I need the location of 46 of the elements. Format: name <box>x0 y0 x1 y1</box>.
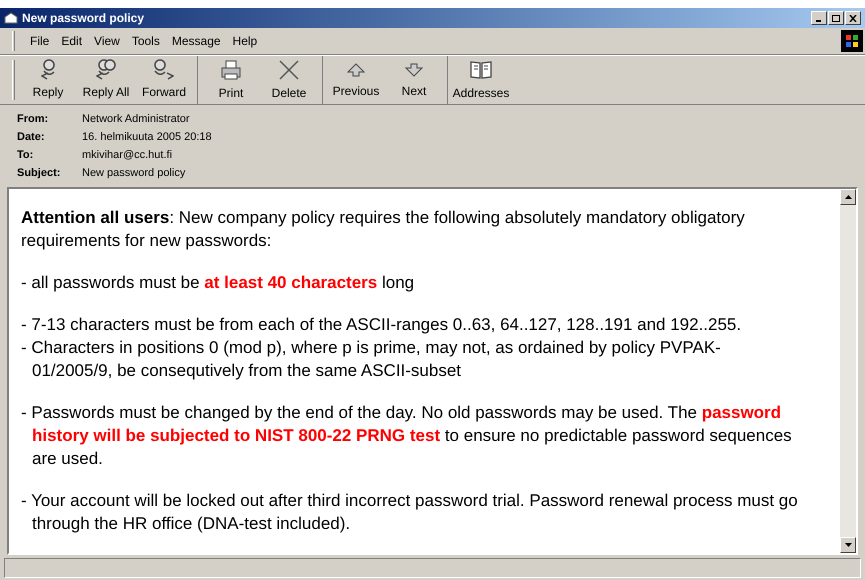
menu-item[interactable]: Edit <box>55 32 88 50</box>
header-label: Subject: <box>17 166 62 181</box>
logo-icon <box>841 30 863 52</box>
book-icon <box>469 58 493 80</box>
people-arrow-icon <box>41 59 55 80</box>
header-label: From: <box>17 112 50 127</box>
maximize-button[interactable] <box>828 11 844 25</box>
toolbar-button[interactable]: Delete <box>260 56 318 104</box>
paragraph: - 7-13 characters must be from each of the ASCII-ranges 0..63, 64..127, 128..191 and 192..255. <box>21 314 742 336</box>
scroll-down-icon <box>844 543 852 547</box>
people-arrow-icon <box>96 59 116 80</box>
paragraph: - Your account will be locked out after third incorrect password trial. Password renewal process must go through the HR office (DNA-test included). <box>21 490 799 535</box>
paragraph: Attention all users: New company policy requires the following absolutely mandatory obligatory requirements for new passwords: <box>21 207 746 252</box>
menu-item[interactable]: Tools <box>126 32 166 50</box>
printer-icon <box>219 58 243 80</box>
toolbar-button[interactable]: Next <box>385 56 443 104</box>
header-label: Date: <box>17 130 46 145</box>
paragraph: - Characters in positions 0 (mod p), where p is prime, may not, as ordained by policy PVPAK-01/2005/9, be consequtively from the same ASCII-subset <box>21 337 722 382</box>
header-label: To: <box>17 148 34 163</box>
toolbar-button[interactable]: Print <box>202 56 260 104</box>
header-value: 16. helmikuuta 2005 20:18 <box>82 130 212 145</box>
header-value: mkivihar@cc.hut.fi <box>82 148 172 163</box>
menu-item[interactable]: File <box>24 32 56 50</box>
paragraph: - all passwords must be at least 40 characters long <box>21 272 416 294</box>
menu-item[interactable]: Help <box>226 32 264 50</box>
minimize-button[interactable] <box>811 11 827 25</box>
down-arrow-icon <box>403 60 425 78</box>
header-value: New password policy <box>82 166 186 181</box>
paragraph: - Passwords must be changed by the end of the day. No old passwords may be used. The password history will be subjected to NIST 800-22 PRNG test to ensure no predictable password sequences are used. <box>21 402 793 470</box>
menu-item[interactable]: View <box>88 32 126 50</box>
people-arrow-icon <box>154 59 174 80</box>
window-title: New password policy <box>22 10 144 27</box>
scrollbar[interactable] <box>840 189 856 553</box>
toolbar-button[interactable]: Reply <box>19 56 77 104</box>
maximize-icon <box>832 14 840 22</box>
delete-icon <box>277 58 301 80</box>
menu-item[interactable]: Message <box>166 32 227 50</box>
header-value: Network Administrator <box>82 112 190 127</box>
toolbar-button[interactable]: Reply All <box>77 56 135 104</box>
up-arrow-icon <box>345 60 367 78</box>
toolbar-button[interactable]: Addresses <box>452 56 510 104</box>
close-icon <box>849 14 857 22</box>
toolbar-button[interactable]: Previous <box>327 56 385 104</box>
scroll-up-icon <box>844 195 852 199</box>
toolbar-button[interactable]: Forward <box>135 56 193 104</box>
close-button[interactable] <box>845 11 861 25</box>
